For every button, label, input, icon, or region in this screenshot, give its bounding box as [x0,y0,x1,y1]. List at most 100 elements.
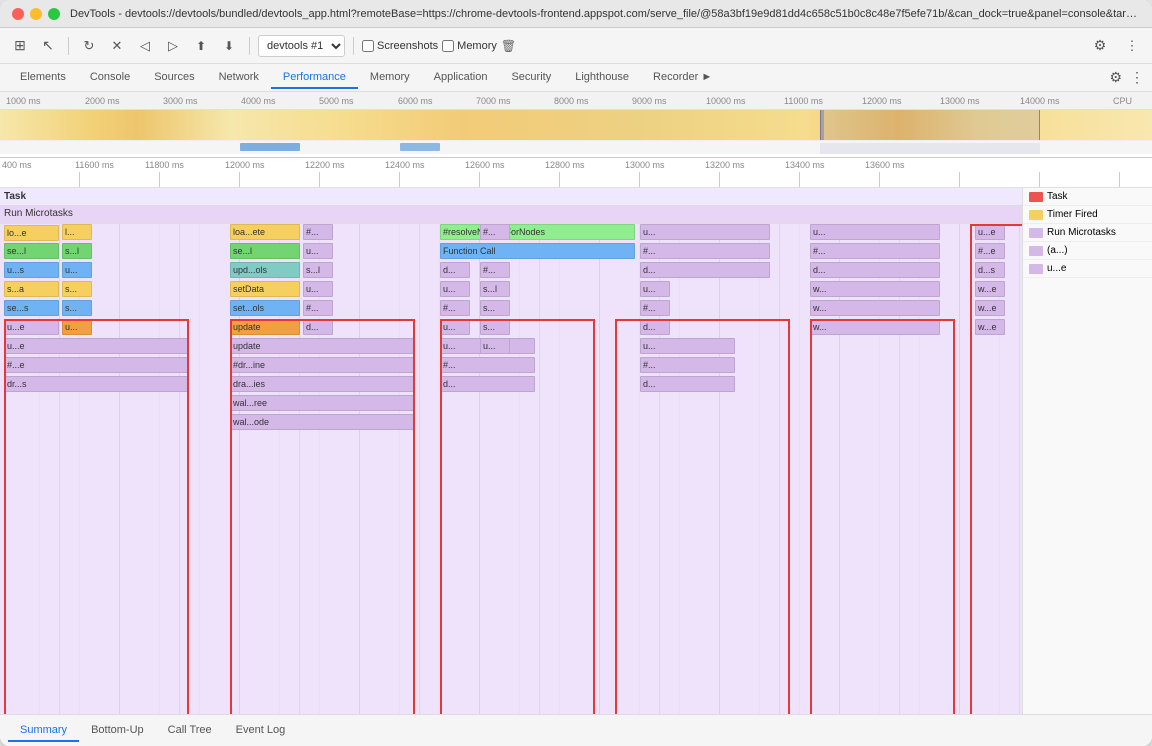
block-w2[interactable]: w... [810,300,940,316]
device-selector[interactable]: devtools #1 [258,35,345,57]
block-hash4[interactable]: #... [440,357,535,373]
block-us[interactable]: u...s [4,262,59,278]
overview-timeline[interactable]: 1000 ms 2000 ms 3000 ms 4000 ms 5000 ms … [0,92,1152,158]
block-u2[interactable]: u... [62,262,92,278]
clear-icon[interactable]: 🗑 [501,39,516,53]
close-button[interactable] [12,8,24,20]
block-ue3[interactable]: u...e [975,224,1005,240]
block-s3[interactable]: s... [62,300,92,316]
flamechart-scroll[interactable]: Task Run Microtasks lo...e se [0,188,1022,714]
tab-memory[interactable]: Memory [358,67,422,89]
back-icon[interactable]: ◁ [133,34,157,58]
block-hash5[interactable]: #... [480,224,510,240]
block-hash6[interactable]: #... [480,262,510,278]
block-u9[interactable]: u... [480,338,510,354]
settings-icon[interactable]: ⚙ [1088,34,1112,58]
panel-settings-icon[interactable]: ⚙ [1109,69,1122,86]
block-function-call[interactable]: Function Call [440,243,635,259]
reload-icon[interactable]: ↻ [77,34,101,58]
more-options-icon[interactable]: ⋮ [1120,34,1144,58]
block-hash7[interactable]: #... [640,243,770,259]
tab-sources[interactable]: Sources [142,67,206,89]
tab-elements[interactable]: Elements [8,67,78,89]
block-sel[interactable]: se...l [4,243,59,259]
block-we1[interactable]: w...e [975,281,1005,297]
block-hash1[interactable]: #... [303,224,333,240]
tab-security[interactable]: Security [499,67,563,89]
block-update2[interactable]: update [230,338,415,354]
tab-console[interactable]: Console [78,67,142,89]
block-d2[interactable]: d... [303,319,333,335]
block-walree[interactable]: wal...ree [230,395,415,411]
block-u12[interactable]: u... [640,338,735,354]
block-s4[interactable]: s... [480,300,510,316]
memory-checkbox[interactable] [442,40,454,52]
block-setData[interactable]: setData [230,281,300,297]
inspect-icon[interactable]: ↖ [36,34,60,58]
tab-call-tree[interactable]: Call Tree [156,720,224,742]
block-u3[interactable]: u... [62,319,92,335]
tab-performance[interactable]: Performance [271,67,358,89]
block-u10[interactable]: u... [640,224,770,240]
block-loa-ete[interactable]: loa...ete [230,224,300,240]
block-hash10[interactable]: #... [810,243,940,259]
block-draies[interactable]: dra...ies [230,376,415,392]
forward-icon[interactable]: ▷ [161,34,185,58]
tab-network[interactable]: Network [207,67,271,89]
block-d8[interactable]: d... [810,262,940,278]
download-icon[interactable]: ⬇ [217,34,241,58]
block-u4[interactable]: u... [303,243,333,259]
block-d5[interactable]: d... [640,262,770,278]
dock-icon[interactable]: ⊞ [8,34,32,58]
block-update[interactable]: update [230,319,300,335]
block-sl2[interactable]: s...l [62,243,92,259]
block-hash9[interactable]: #... [640,357,735,373]
block-sl3[interactable]: s...l [303,262,333,278]
block-drs[interactable]: dr...s [4,376,189,392]
screenshots-checkbox-label[interactable]: Screenshots [362,40,438,52]
block-ue1[interactable]: u...e [4,319,59,335]
block-hash3[interactable]: #... [440,300,470,316]
block-updols[interactable]: upd...ols [230,262,300,278]
block-setols[interactable]: set...ols [230,300,300,316]
block-d7[interactable]: d... [640,376,735,392]
block-w3[interactable]: w... [810,319,940,335]
memory-checkbox-label[interactable]: Memory [442,40,497,52]
block-hashe2[interactable]: #...e [975,243,1005,259]
block-walode[interactable]: wal...ode [230,414,415,430]
block-hashe[interactable]: #...e [4,357,189,373]
minimize-button[interactable] [30,8,42,20]
block-u7[interactable]: u... [440,319,470,335]
screenshot-icon[interactable]: ⬆ [189,34,213,58]
tab-recorder[interactable]: Recorder ► [641,67,724,89]
panel-more-icon[interactable]: ⋮ [1130,69,1144,86]
block-hash8[interactable]: #... [640,300,670,316]
block-u6[interactable]: u... [440,281,470,297]
block-ds[interactable]: d...s [975,262,1005,278]
maximize-button[interactable] [48,8,60,20]
tab-lighthouse[interactable]: Lighthouse [563,67,641,89]
screenshots-checkbox[interactable] [362,40,374,52]
block-sa[interactable]: s...a [4,281,59,297]
block-ses[interactable]: se...s [4,300,59,316]
block-w1[interactable]: w... [810,281,940,297]
block-u11[interactable]: u... [640,281,670,297]
block-l2[interactable]: l... [62,224,92,240]
block-u13[interactable]: u... [810,224,940,240]
block-d3[interactable]: d... [440,262,470,278]
stop-icon[interactable]: ✕ [105,34,129,58]
block-d4[interactable]: d... [440,376,535,392]
block-we2[interactable]: w...e [975,300,1005,316]
tab-event-log[interactable]: Event Log [224,720,298,742]
block-we3[interactable]: w...e [975,319,1005,335]
block-sl4[interactable]: s...l [480,281,510,297]
block-sel2[interactable]: se...l [230,243,300,259]
tab-summary[interactable]: Summary [8,720,79,742]
block-resolve[interactable]: #resolveNamesForNodes [440,224,635,240]
block-u5[interactable]: u... [303,281,333,297]
block-loe[interactable]: lo...e [4,225,59,241]
block-s2[interactable]: s... [62,281,92,297]
block-s5[interactable]: s... [480,319,510,335]
tab-application[interactable]: Application [422,67,500,89]
block-d6[interactable]: d... [640,319,670,335]
